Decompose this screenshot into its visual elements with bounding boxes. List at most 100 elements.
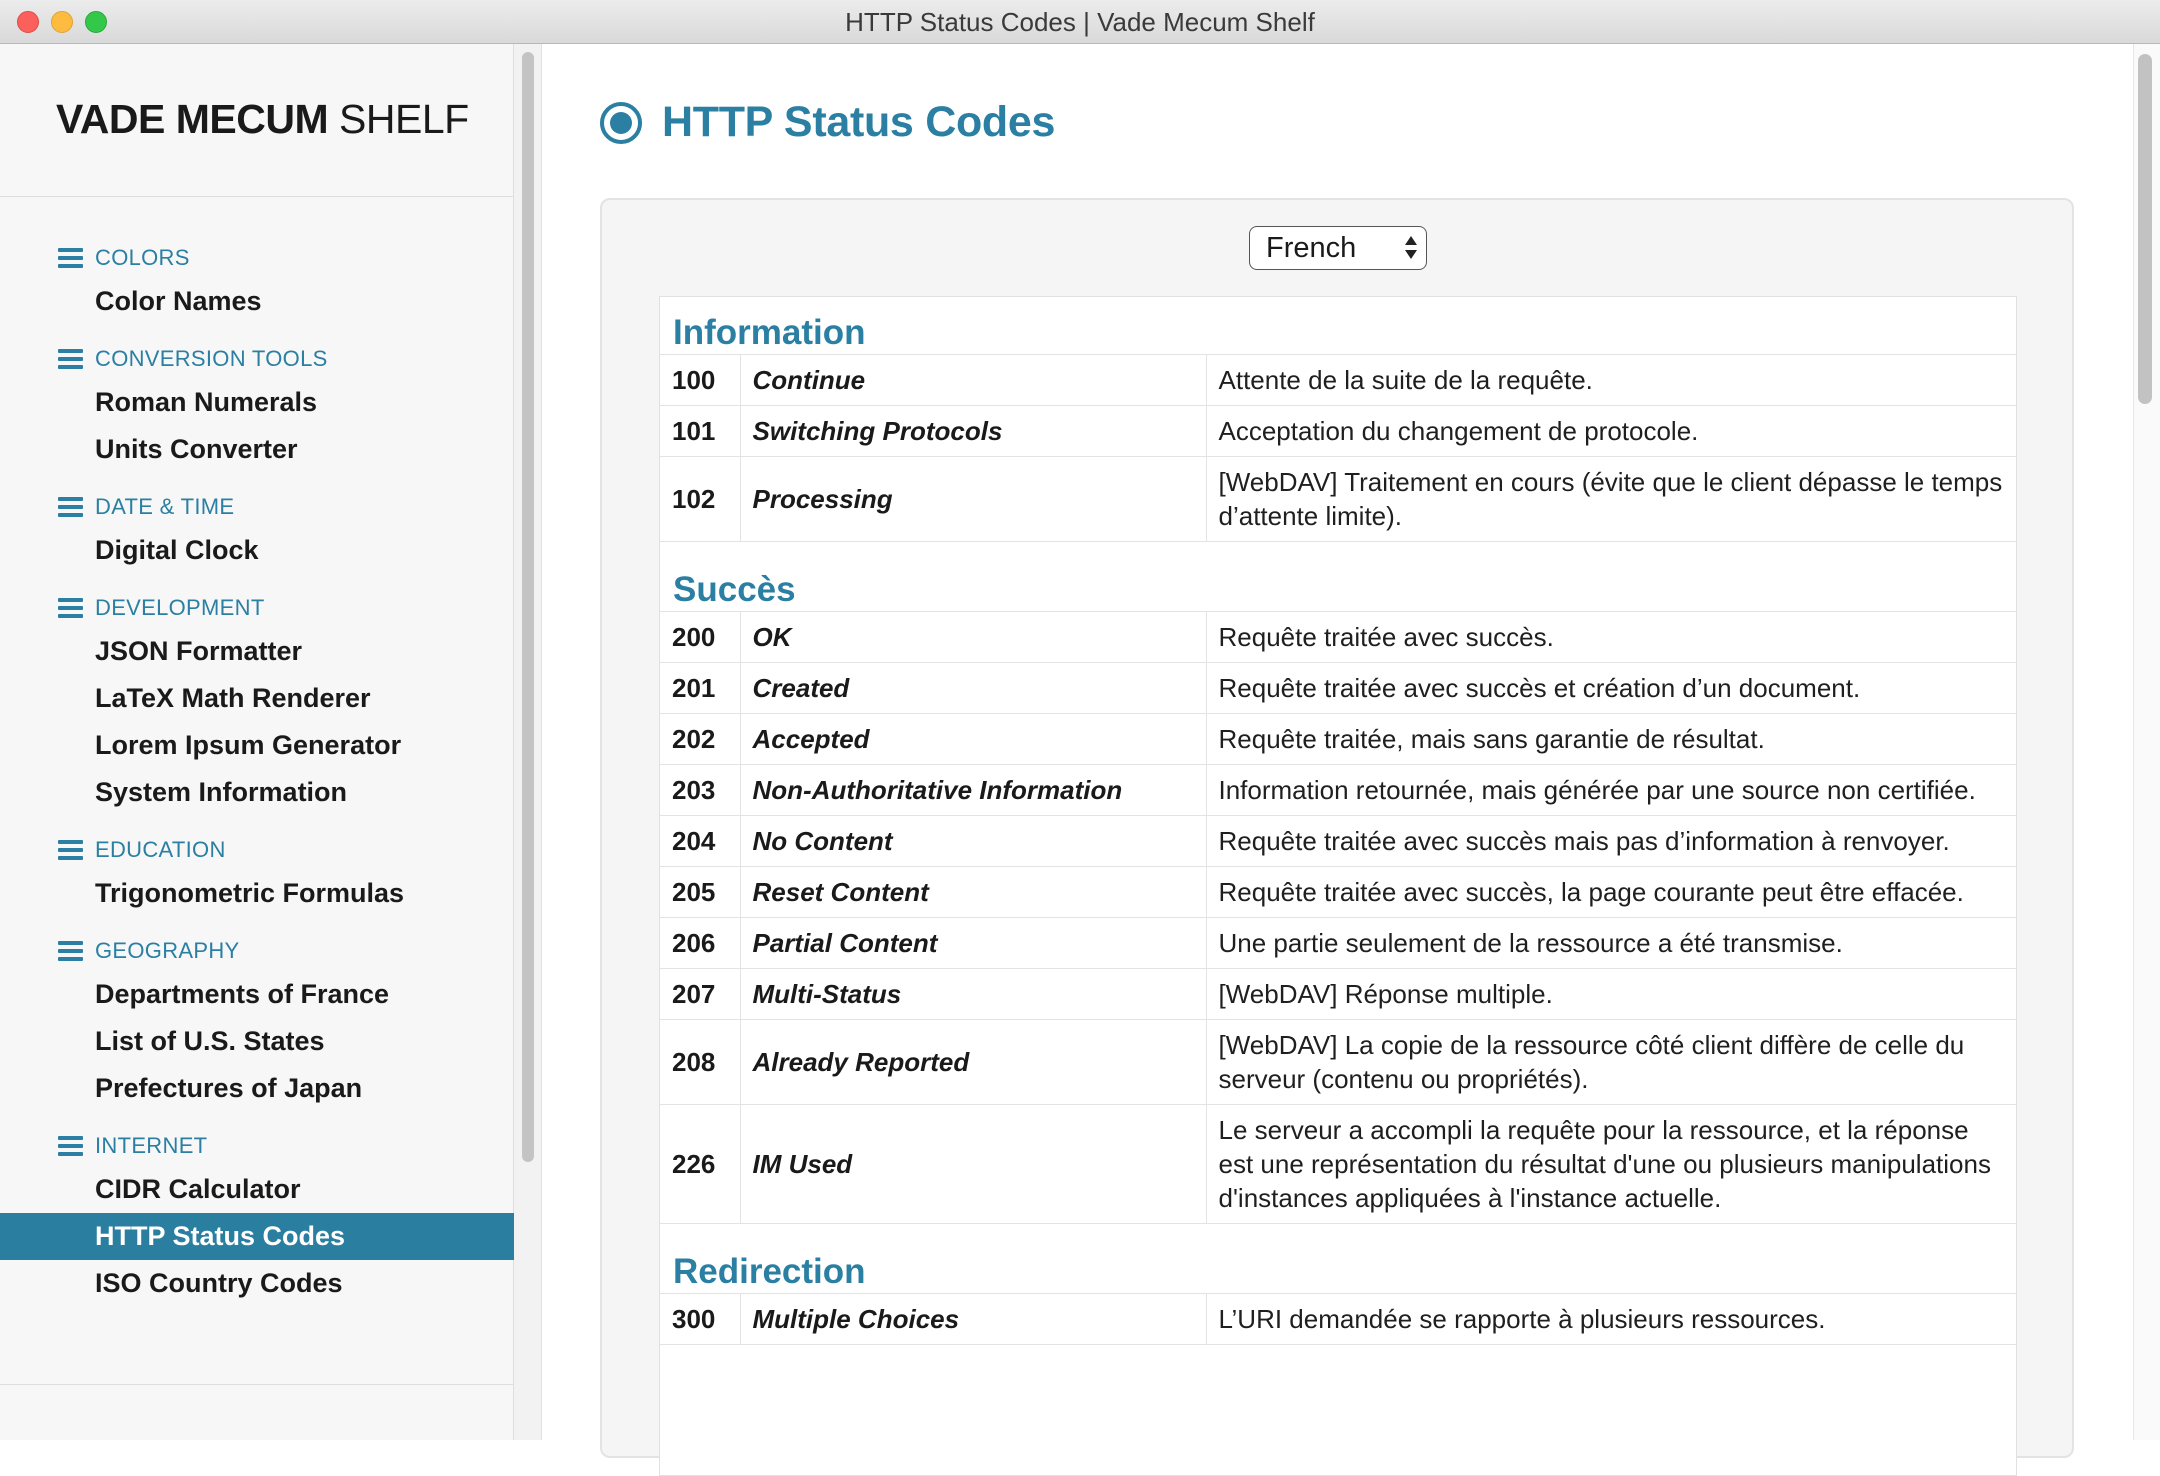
title-bar: HTTP Status Codes | Vade Mecum Shelf bbox=[0, 0, 2160, 44]
menu-icon bbox=[58, 349, 83, 369]
status-code-cell: 201 bbox=[660, 662, 741, 714]
status-name-cell: Partial Content bbox=[740, 917, 1207, 969]
table-row: 204 No Content Requête traitée avec succès… bbox=[660, 815, 2016, 867]
status-code-cell: 207 bbox=[660, 968, 741, 1020]
nav-group-heading[interactable]: INTERNET bbox=[0, 1126, 514, 1166]
table-row: 200 OK Requête traitée avec succès. bbox=[660, 611, 2016, 663]
status-code-cell: 200 bbox=[660, 611, 741, 663]
status-name-cell: Reset Content bbox=[740, 866, 1207, 918]
status-code-cell: 208 bbox=[660, 1019, 741, 1105]
nav-group: DATE & TIME Digital Clock bbox=[0, 487, 514, 574]
status-codes-table: Information 100 Continue Attente de la suit… bbox=[659, 296, 2017, 1476]
nav-group-heading-label: EDUCATION bbox=[95, 837, 226, 862]
sidebar: VADE MECUM SHELF COLORS Color Names CONVER… bbox=[0, 44, 514, 1440]
nav-group-heading[interactable]: DATE & TIME bbox=[0, 487, 514, 527]
status-name-cell: Switching Protocols bbox=[740, 405, 1207, 457]
table-row: 205 Reset Content Requête traitée avec suc… bbox=[660, 866, 2016, 918]
sidebar-nav-item[interactable]: ISO Country Codes bbox=[0, 1260, 514, 1307]
select-arrows-icon bbox=[1404, 234, 1418, 262]
sidebar-nav-item[interactable]: Trigonometric Formulas bbox=[0, 870, 514, 917]
table-row: 208 Already Reported [WebDAV] La copie de … bbox=[660, 1019, 2016, 1105]
status-name-cell: Created bbox=[740, 662, 1207, 714]
nav-group: INTERNET CIDR Calculator HTTP Status Codes… bbox=[0, 1126, 514, 1307]
table-row: 300 Multiple Choices L’URI demandée se rap… bbox=[660, 1293, 2016, 1345]
nav-group-heading-label: DEVELOPMENT bbox=[95, 595, 265, 620]
menu-icon bbox=[58, 1136, 83, 1156]
sidebar-nav-item[interactable]: System Information bbox=[0, 769, 514, 816]
status-code-cell: 100 bbox=[660, 354, 741, 406]
menu-icon bbox=[58, 497, 83, 517]
section-title: Information bbox=[673, 313, 866, 352]
brand-logo[interactable]: VADE MECUM SHELF bbox=[56, 96, 469, 143]
nav-group-heading-label: DATE & TIME bbox=[95, 494, 235, 519]
status-name-cell: Already Reported bbox=[740, 1019, 1207, 1105]
status-name-cell: OK bbox=[740, 611, 1207, 663]
menu-icon bbox=[58, 248, 83, 268]
sidebar-nav-item[interactable]: Roman Numerals bbox=[0, 379, 514, 426]
status-description-cell: Requête traitée avec succès, la page cou… bbox=[1206, 866, 2016, 918]
main-scrollbar-thumb[interactable] bbox=[2138, 54, 2152, 404]
nav-group-heading[interactable]: CONVERSION TOOLS bbox=[0, 339, 514, 379]
nav-group-heading[interactable]: EDUCATION bbox=[0, 830, 514, 870]
nav-group-heading-label: CONVERSION TOOLS bbox=[95, 346, 328, 371]
nav-group-heading[interactable]: COLORS bbox=[0, 238, 514, 278]
brand-bold: VADE MECUM bbox=[56, 96, 329, 142]
nav-group-heading-label: GEOGRAPHY bbox=[95, 938, 240, 963]
menu-icon bbox=[58, 941, 83, 961]
nav-group: CONVERSION TOOLS Roman Numerals Units Conv… bbox=[0, 339, 514, 473]
nav-group: EDUCATION Trigonometric Formulas bbox=[0, 830, 514, 917]
status-code-cell: 205 bbox=[660, 866, 741, 918]
nav-group-heading[interactable]: GEOGRAPHY bbox=[0, 931, 514, 971]
nav-group-heading-label: INTERNET bbox=[95, 1133, 208, 1158]
status-description-cell: Requête traitée avec succès. bbox=[1206, 611, 2016, 663]
sidebar-nav-item[interactable]: List of U.S. States bbox=[0, 1018, 514, 1065]
status-code-cell: 203 bbox=[660, 764, 741, 816]
status-description-cell: Requête traitée avec succès et création … bbox=[1206, 662, 2016, 714]
status-description-cell: [WebDAV] Traitement en cours (évite que … bbox=[1206, 456, 2016, 542]
language-select[interactable]: French bbox=[1249, 226, 1427, 270]
sidebar-scrollbar-thumb[interactable] bbox=[522, 52, 534, 1162]
menu-icon bbox=[58, 598, 83, 618]
sidebar-nav-item[interactable]: Departments of France bbox=[0, 971, 514, 1018]
content-panel: French Information 100 Continue Attente de … bbox=[600, 198, 2074, 1476]
table-row: 206 Partial Content Une partie seulement d… bbox=[660, 917, 2016, 969]
status-code-cell: 206 bbox=[660, 917, 741, 969]
status-name-cell: Continue bbox=[740, 354, 1207, 406]
sidebar-nav-item[interactable]: HTTP Status Codes bbox=[0, 1213, 514, 1260]
sidebar-nav-item[interactable]: CIDR Calculator bbox=[0, 1166, 514, 1213]
status-description-cell: Information retournée, mais générée par … bbox=[1206, 764, 2016, 816]
status-description-cell: [WebDAV] La copie de la ressource côté c… bbox=[1206, 1019, 2016, 1105]
status-description-cell: Requête traitée avec succès mais pas d’i… bbox=[1206, 815, 2016, 867]
sidebar-nav-item[interactable]: Units Converter bbox=[0, 426, 514, 473]
table-row: 201 Created Requête traitée avec succès et… bbox=[660, 662, 2016, 714]
sidebar-nav-item[interactable]: Lorem Ipsum Generator bbox=[0, 722, 514, 769]
radio-icon bbox=[600, 101, 642, 144]
status-table: 300 Multiple Choices L’URI demandée se rap… bbox=[660, 1293, 2016, 1345]
status-code-cell: 300 bbox=[660, 1293, 741, 1345]
table-row: 207 Multi-Status [WebDAV] Réponse multiple… bbox=[660, 968, 2016, 1020]
sidebar-divider bbox=[0, 196, 514, 197]
nav-group: DEVELOPMENT JSON Formatter LaTeX Math Rend… bbox=[0, 588, 514, 816]
status-name-cell: IM Used bbox=[740, 1104, 1207, 1224]
status-description-cell: L’URI demandée se rapporte à plusieurs r… bbox=[1206, 1293, 2016, 1345]
status-name-cell: Accepted bbox=[740, 713, 1207, 765]
menu-icon bbox=[58, 840, 83, 860]
window-title: HTTP Status Codes | Vade Mecum Shelf bbox=[845, 7, 1315, 37]
status-code-cell: 226 bbox=[660, 1104, 741, 1224]
section-title: Succès bbox=[673, 570, 796, 609]
page-title: HTTP Status Codes bbox=[662, 98, 1056, 146]
status-name-cell: Multi-Status bbox=[740, 968, 1207, 1020]
status-code-cell: 101 bbox=[660, 405, 741, 457]
sidebar-nav-item[interactable]: JSON Formatter bbox=[0, 628, 514, 675]
sidebar-nav-item[interactable]: Prefectures of Japan bbox=[0, 1065, 514, 1112]
status-code-cell: 202 bbox=[660, 713, 741, 765]
sidebar-nav-item[interactable]: LaTeX Math Renderer bbox=[0, 675, 514, 722]
status-name-cell: Non-Authoritative Information bbox=[740, 764, 1207, 816]
sidebar-nav-item[interactable]: Digital Clock bbox=[0, 527, 514, 574]
status-table: 200 OK Requête traitée avec succès. 201 Crea… bbox=[660, 611, 2016, 1224]
sidebar-nav-item[interactable]: Color Names bbox=[0, 278, 514, 325]
status-description-cell: Requête traitée, mais sans garantie de r… bbox=[1206, 713, 2016, 765]
nav-group-heading[interactable]: DEVELOPMENT bbox=[0, 588, 514, 628]
